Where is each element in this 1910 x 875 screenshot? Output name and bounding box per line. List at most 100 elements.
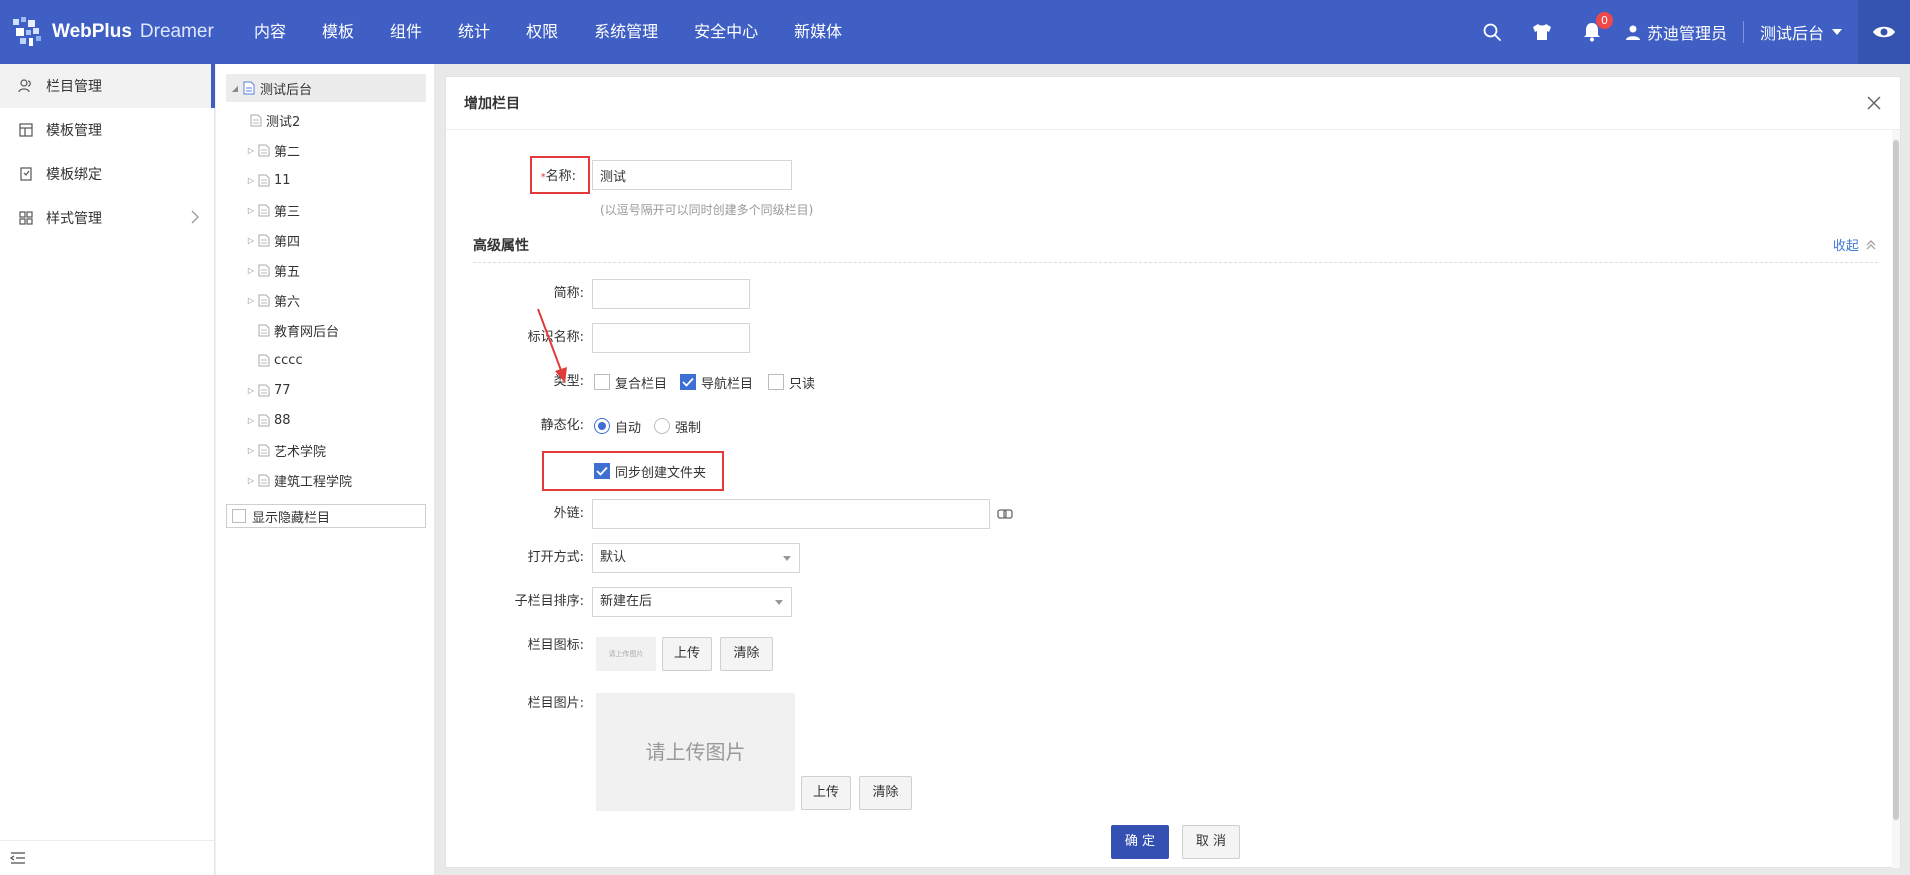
tree-node[interactable]: ▷ 第五 <box>246 256 300 284</box>
select-value: 新建在后 <box>600 594 653 609</box>
tree-node[interactable]: ▷ 建筑工程学院 <box>246 466 352 494</box>
menu-item-label: 模板管理 <box>46 123 102 139</box>
tree-node[interactable]: ▷ 第六 <box>246 286 300 314</box>
tree-node-label: 测试2 <box>266 114 301 130</box>
child-sort-select[interactable]: 新建在后 <box>592 587 792 617</box>
layout-icon <box>18 122 34 138</box>
child-sort-label: 子栏目排序: <box>514 594 584 609</box>
image-upload-button[interactable]: 上传 <box>801 776 851 810</box>
cancel-button[interactable]: 取 消 <box>1182 825 1240 859</box>
tree-node[interactable]: ▷ 艺术学院 <box>246 436 326 464</box>
type-option-composite[interactable]: 复合栏目 <box>594 372 667 392</box>
checkbox-box-checked <box>680 374 696 390</box>
tshirt-icon <box>1532 24 1551 40</box>
tree-node[interactable]: 测试2 <box>250 106 300 134</box>
checkbox-box <box>594 374 610 390</box>
document-icon <box>258 414 270 427</box>
close-button[interactable] <box>1864 93 1884 113</box>
static-option-force[interactable]: 强制 <box>654 416 701 436</box>
notification-button[interactable]: 0 <box>1567 0 1617 64</box>
icon-upload-button[interactable]: 上传 <box>662 637 712 671</box>
logo[interactable]: WebPlus Dreamer <box>10 14 214 50</box>
tree-node-label: 建筑工程学院 <box>274 474 353 490</box>
nav-security[interactable]: 安全中心 <box>676 0 776 64</box>
tree-node[interactable]: cccc <box>258 346 303 374</box>
caret-down-icon <box>783 556 791 561</box>
document-icon <box>250 114 262 127</box>
tree-node-label: cccc <box>274 352 303 368</box>
top-bar: WebPlus Dreamer 内容 模板 组件 统计 权限 系统管理 安全中心… <box>0 0 1910 64</box>
document-icon <box>258 444 270 457</box>
site-switcher[interactable]: 测试后台 <box>1744 0 1858 64</box>
menu-item-label: 模板绑定 <box>46 167 102 183</box>
checkbox-label: 复合栏目 <box>615 376 668 392</box>
menu-item-template-binding[interactable]: 模板绑定 <box>0 152 214 196</box>
search-icon <box>1483 23 1501 41</box>
dialog-title: 增加栏目 <box>464 96 520 112</box>
image-preview: 请上传图片 <box>596 693 795 811</box>
collapse-label: 收起 <box>1832 239 1859 254</box>
nav-new-media[interactable]: 新媒体 <box>776 0 860 64</box>
confirm-button[interactable]: 确 定 <box>1111 825 1169 859</box>
tree-node[interactable]: ▷ 第二 <box>246 136 300 164</box>
name-input[interactable] <box>592 160 792 190</box>
dialog-scrollbar[interactable] <box>1892 130 1900 868</box>
section-divider <box>473 262 1878 263</box>
menu-item-column-management[interactable]: 栏目管理 <box>0 64 215 108</box>
brand-name: WebPlus <box>52 21 132 42</box>
left-menu: 栏目管理 模板管理 模板绑定 样式管理 <box>0 64 215 875</box>
preview-button[interactable] <box>1858 0 1910 64</box>
tree-node-label: 教育网后台 <box>274 324 340 340</box>
triangle-right-icon: ▷ <box>247 235 255 245</box>
annotation-arrow <box>537 308 567 383</box>
external-link-label: 外链: <box>553 506 584 521</box>
show-hidden-columns-checkbox[interactable]: 显示隐藏栏目 <box>226 504 426 528</box>
document-icon <box>258 474 270 487</box>
menu-item-template-management[interactable]: 模板管理 <box>0 108 214 152</box>
caret-down-icon <box>1832 29 1842 35</box>
static-option-auto[interactable]: 自动 <box>594 416 641 436</box>
user-menu[interactable]: 苏迪管理员 <box>1617 0 1743 64</box>
menu-item-style-management[interactable]: 样式管理 <box>0 196 214 240</box>
nav-statistics[interactable]: 统计 <box>440 0 508 64</box>
search-button[interactable] <box>1467 0 1517 64</box>
users-icon <box>18 78 34 94</box>
nav-content[interactable]: 内容 <box>236 0 304 64</box>
tree-node[interactable]: ▷ 第三 <box>246 196 300 224</box>
type-option-readonly[interactable]: 只读 <box>768 372 815 392</box>
triangle-right-icon: ▷ <box>247 265 255 275</box>
checkbox-box <box>768 374 784 390</box>
link-icon[interactable] <box>997 509 1013 519</box>
scrollbar-thumb[interactable] <box>1893 140 1899 820</box>
sync-folder-checkbox[interactable]: 同步创建文件夹 <box>594 461 706 481</box>
name-label: *名称: <box>540 169 576 184</box>
collapse-menu-button[interactable] <box>0 840 215 875</box>
icon-clear-button[interactable]: 清除 <box>720 637 773 671</box>
nav-component[interactable]: 组件 <box>372 0 440 64</box>
theme-button[interactable] <box>1517 0 1567 64</box>
collapse-toggle[interactable]: 收起 <box>1833 235 1876 254</box>
user-icon <box>1625 25 1640 40</box>
external-link-input[interactable] <box>592 499 990 529</box>
tree-node[interactable]: ▷ 88 <box>246 406 291 434</box>
short-name-input[interactable] <box>592 279 750 309</box>
tree-node[interactable]: ▷ 77 <box>246 376 291 404</box>
checkbox-label: 导航栏目 <box>701 376 754 392</box>
nav-permission[interactable]: 权限 <box>508 0 576 64</box>
open-mode-select[interactable]: 默认 <box>592 543 800 573</box>
static-label: 静态化: <box>540 418 584 433</box>
tree-node[interactable]: 教育网后台 <box>258 316 339 344</box>
triangle-right-icon: ▷ <box>247 175 255 185</box>
type-option-navigation[interactable]: 导航栏目 <box>680 372 753 392</box>
tree-node-root[interactable]: ◢ 测试后台 <box>226 74 426 102</box>
tree-node[interactable]: ▷ 11 <box>246 166 291 194</box>
document-icon <box>258 174 270 187</box>
nav-template[interactable]: 模板 <box>304 0 372 64</box>
menu-item-label: 栏目管理 <box>46 79 102 95</box>
tree-node-label: 第五 <box>274 264 301 280</box>
nav-system[interactable]: 系统管理 <box>576 0 676 64</box>
id-name-input[interactable] <box>592 323 750 353</box>
tree-node[interactable]: ▷ 第四 <box>246 226 300 254</box>
document-icon <box>258 324 270 337</box>
image-clear-button[interactable]: 清除 <box>859 776 912 810</box>
